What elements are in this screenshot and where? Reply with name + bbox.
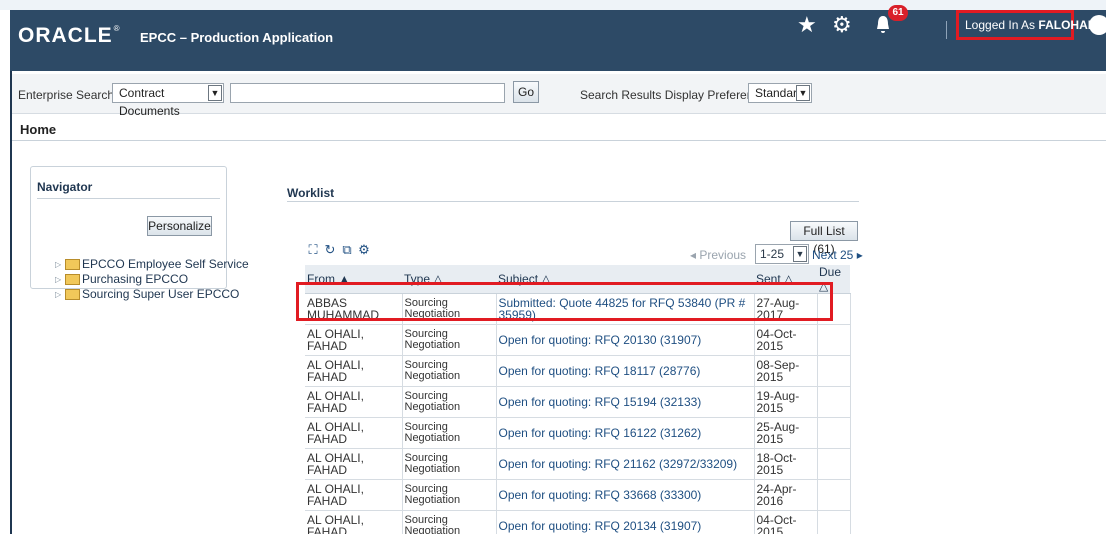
help-icon[interactable]	[1089, 15, 1106, 35]
navigator-title: Navigator	[37, 180, 93, 194]
expand-icon[interactable]: ⛶	[306, 243, 320, 257]
navigator-item[interactable]: ▷ Sourcing Super User EPCCO	[55, 287, 239, 301]
cell-from: AL OHALI, FAHAD	[305, 417, 403, 449]
cell-from: AL OHALI, FAHAD	[305, 386, 403, 418]
cell-subject-link[interactable]: Open for quoting: RFQ 16122 (31262)	[496, 417, 755, 449]
folder-icon	[65, 288, 80, 300]
cell-from: AL OHALI, FAHAD	[305, 510, 403, 534]
cell-type: Sourcing Negotiation	[402, 448, 497, 480]
cell-from: AL OHALI, FAHAD	[305, 355, 403, 387]
cell-sent: 24-Apr-2016	[754, 479, 818, 511]
cell-sent: 19-Aug-2015	[754, 386, 818, 418]
top-strip	[0, 0, 1106, 10]
previous-link[interactable]: ◂ Previous	[690, 248, 746, 262]
chevron-down-icon: ▼	[208, 85, 222, 101]
cell-due	[817, 448, 851, 480]
refresh-icon[interactable]: ↻	[323, 243, 337, 257]
range-value: 1-25	[760, 247, 785, 261]
oracle-logo: ORACLE®	[18, 24, 121, 47]
logged-in-user[interactable]: Logged In As FALOHALI	[956, 10, 1098, 40]
folder-icon	[65, 273, 80, 285]
table-row[interactable]: AL OHALI, FAHAD Sourcing Negotiation Ope…	[305, 417, 851, 449]
cell-subject-link[interactable]: Open for quoting: RFQ 18117 (28776)	[496, 355, 755, 387]
next-label: Next 25	[812, 248, 854, 262]
search-label: Enterprise Search	[18, 88, 115, 102]
go-button[interactable]: Go	[513, 81, 539, 103]
display-preference-select[interactable]: Standard ▼	[748, 83, 812, 103]
bell-icon[interactable]	[876, 15, 890, 35]
table-row[interactable]: AL OHALI, FAHAD Sourcing Negotiation Ope…	[305, 510, 851, 534]
table-row[interactable]: AL OHALI, FAHAD Sourcing Negotiation Ope…	[305, 355, 851, 387]
previous-label: Previous	[699, 248, 747, 262]
cell-sent: 08-Sep-2015	[754, 355, 818, 387]
cell-subject-link[interactable]: Open for quoting: RFQ 20134 (31907)	[496, 510, 755, 534]
range-select[interactable]: 1-25 ▼	[755, 244, 809, 264]
cell-subject-link[interactable]: Open for quoting: RFQ 15194 (32133)	[496, 386, 755, 418]
cell-from: AL OHALI, FAHAD	[305, 479, 403, 511]
chevron-down-icon: ▼	[793, 246, 807, 262]
cell-type: Sourcing Negotiation	[402, 510, 497, 534]
worklist-title: Worklist	[287, 186, 335, 200]
cell-type: Sourcing Negotiation	[402, 479, 497, 511]
expand-icon[interactable]: ▷	[55, 275, 65, 284]
table-row[interactable]: AL OHALI, FAHAD Sourcing Negotiation Ope…	[305, 386, 851, 418]
navigator-item-label: Purchasing EPCCO	[82, 272, 189, 286]
gear-icon[interactable]: ⚙	[832, 14, 852, 36]
cell-due	[817, 324, 851, 356]
cell-type: Sourcing Negotiation	[402, 324, 497, 356]
search-category-select[interactable]: Contract Documents ▼	[112, 83, 224, 118]
highlight-box	[296, 282, 833, 321]
personalize-button[interactable]: Personalize	[147, 216, 212, 236]
cell-subject-link[interactable]: Open for quoting: RFQ 33668 (33300)	[496, 479, 755, 511]
cell-sent: 04-Oct-2015	[754, 324, 818, 356]
app-title: EPCC – Production Application	[140, 30, 334, 45]
expand-icon[interactable]: ▷	[55, 260, 65, 269]
worklist-toolbar: ⛶ ↻ ⧉ ⚙	[306, 243, 371, 257]
cell-subject-link[interactable]: Open for quoting: RFQ 20130 (31907)	[496, 324, 755, 356]
cell-sent: 18-Oct-2015	[754, 448, 818, 480]
expand-icon[interactable]: ▷	[55, 290, 65, 299]
detach-icon[interactable]: ⧉	[340, 243, 354, 257]
page-title: Home	[20, 122, 57, 137]
display-preference-label: Search Results Display Preference	[580, 88, 767, 102]
chevron-down-icon: ▼	[796, 85, 810, 101]
navigator-item[interactable]: ▷ Purchasing EPCCO	[55, 272, 188, 286]
cell-sent: 04-Oct-2015	[754, 510, 818, 534]
search-category-value: Contract Documents	[119, 86, 180, 118]
table-row[interactable]: AL OHALI, FAHAD Sourcing Negotiation Ope…	[305, 324, 851, 356]
app-header: ORACLE® EPCC – Production Application	[10, 10, 1106, 71]
cell-type: Sourcing Negotiation	[402, 386, 497, 418]
next-link[interactable]: Next 25 ▸	[812, 248, 863, 262]
navigator-item-label: EPCCO Employee Self Service	[82, 257, 249, 271]
cell-sent: 25-Aug-2015	[754, 417, 818, 449]
cell-due	[817, 510, 851, 534]
search-input[interactable]	[230, 83, 505, 103]
star-icon[interactable]: ★	[797, 14, 817, 36]
divider	[287, 201, 859, 202]
navigator-item[interactable]: ▷ EPCCO Employee Self Service	[55, 257, 249, 271]
divider	[12, 140, 1106, 141]
table-row[interactable]: AL OHALI, FAHAD Sourcing Negotiation Ope…	[305, 448, 851, 480]
column-label: Due	[819, 265, 842, 279]
cell-subject-link[interactable]: Open for quoting: RFQ 21162 (32972/33209…	[496, 448, 755, 480]
divider	[37, 198, 220, 199]
cell-due	[817, 386, 851, 418]
full-list-button[interactable]: Full List (61)	[790, 221, 858, 256]
folder-icon	[65, 258, 80, 270]
table-row[interactable]: AL OHALI, FAHAD Sourcing Negotiation Ope…	[305, 479, 851, 511]
cell-due	[817, 479, 851, 511]
header-separator	[946, 21, 947, 39]
settings-icon[interactable]: ⚙	[357, 243, 371, 257]
cell-type: Sourcing Negotiation	[402, 355, 497, 387]
cell-from: AL OHALI, FAHAD	[305, 448, 403, 480]
cell-due	[817, 355, 851, 387]
cell-type: Sourcing Negotiation	[402, 417, 497, 449]
navigator-item-label: Sourcing Super User EPCCO	[82, 287, 240, 301]
cell-due	[817, 417, 851, 449]
notification-badge[interactable]: 61	[888, 5, 908, 21]
cell-from: AL OHALI, FAHAD	[305, 324, 403, 356]
